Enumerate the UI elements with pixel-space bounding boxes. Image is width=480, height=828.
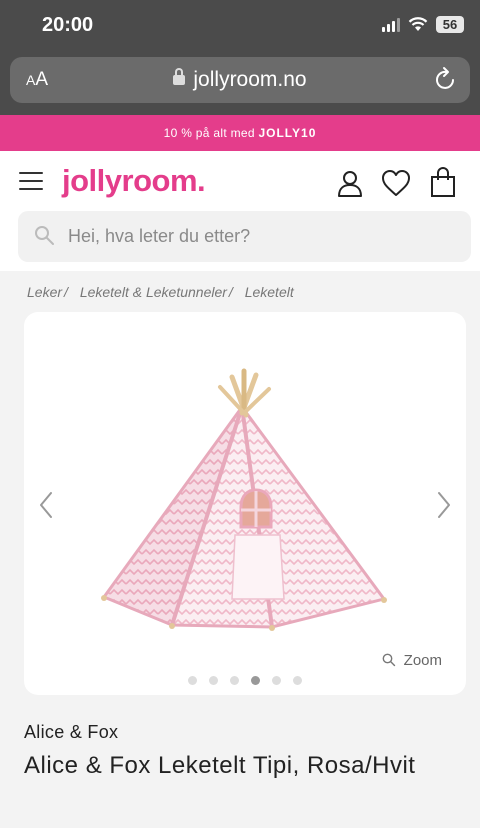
lock-icon <box>173 68 186 85</box>
promo-text: 10 % på alt med <box>163 126 259 140</box>
gallery-dot[interactable] <box>209 676 218 685</box>
status-time: 20:00 <box>42 14 94 36</box>
zoom-button[interactable]: Zoom <box>382 652 442 669</box>
product-title: Alice & Fox Leketelt Tipi, Rosa/Hvit <box>24 752 416 779</box>
menu-icon[interactable] <box>19 172 43 190</box>
address-bar[interactable]: AA jollyroom.no <box>10 57 470 103</box>
product-gallery: Zoom <box>24 312 466 695</box>
breadcrumb: Leker / Leketelt & Leketunneler / Leketelt <box>27 284 294 300</box>
cellular-signal-icon <box>382 17 400 32</box>
wifi-icon <box>408 17 428 31</box>
breadcrumb-separator: / <box>228 284 233 300</box>
search-bar[interactable] <box>18 211 471 262</box>
breadcrumb-link-leketelt-leketunneler[interactable]: Leketelt & Leketunneler <box>80 284 227 300</box>
search-icon <box>35 226 54 245</box>
heart-icon[interactable] <box>380 167 412 199</box>
chevron-left-icon[interactable] <box>34 490 58 520</box>
promo-code: JOLLY10 <box>258 126 317 140</box>
url-display[interactable]: jollyroom.no <box>10 68 470 92</box>
promo-banner[interactable]: 10 % på alt med JOLLY10 <box>0 115 480 151</box>
shopping-bag-icon[interactable] <box>428 167 460 199</box>
status-icons: 56 <box>382 16 464 33</box>
breadcrumb-link-leker[interactable]: Leker <box>27 284 62 300</box>
site-logo[interactable]: jollyroom. <box>62 163 206 199</box>
site-header: jollyroom. <box>0 151 480 271</box>
gallery-pagination <box>24 672 466 690</box>
gallery-dot[interactable] <box>293 676 302 685</box>
gallery-dot[interactable] <box>272 676 281 685</box>
account-icon[interactable] <box>334 167 366 199</box>
url-text: jollyroom.no <box>193 68 307 91</box>
search-input[interactable] <box>68 211 458 262</box>
product-brand[interactable]: Alice & Fox <box>24 722 118 743</box>
breadcrumb-link-leketelt[interactable]: Leketelt <box>245 284 294 300</box>
product-image-tipi-tent[interactable] <box>94 367 394 637</box>
chevron-right-icon[interactable] <box>432 490 456 520</box>
gallery-dot[interactable] <box>188 676 197 685</box>
magnifier-icon <box>382 653 395 667</box>
gallery-dot[interactable] <box>230 676 239 685</box>
gallery-dot[interactable] <box>251 676 260 685</box>
zoom-label: Zoom <box>403 652 442 669</box>
battery-indicator: 56 <box>436 16 464 33</box>
breadcrumb-separator: / <box>64 284 68 300</box>
reload-icon[interactable] <box>434 66 458 92</box>
browser-chrome: 20:00 56 AA jollyroom.no <box>0 0 480 115</box>
